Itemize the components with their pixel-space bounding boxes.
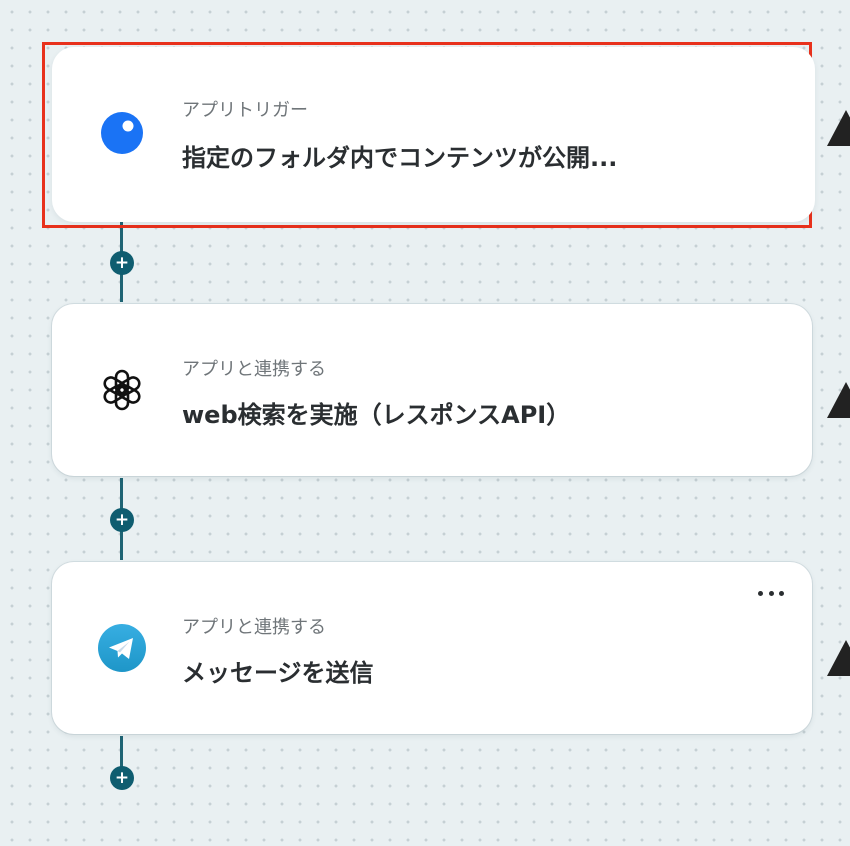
- warning-icon[interactable]: [826, 380, 850, 420]
- step-card-app-trigger[interactable]: アプリトリガー 指定のフォルダ内でコンテンツが公開...: [42, 42, 815, 228]
- step-title: 指定のフォルダ内でコンテンツが公開...: [182, 144, 618, 172]
- dot-icon: [768, 590, 774, 596]
- more-options-button[interactable]: [758, 584, 784, 602]
- add-step-button[interactable]: +: [110, 251, 134, 275]
- step-title: メッセージを送信: [182, 659, 374, 687]
- warning-icon[interactable]: [826, 638, 850, 678]
- step-type-label: アプリと連携する: [182, 359, 326, 380]
- app-trigger-icon: [98, 109, 146, 157]
- step-type-label: アプリと連携する: [182, 617, 326, 638]
- step-card-body: [52, 47, 815, 222]
- add-step-button[interactable]: +: [110, 508, 134, 532]
- warning-icon[interactable]: [826, 108, 850, 148]
- dot-icon: [758, 590, 763, 596]
- add-step-button[interactable]: +: [110, 766, 134, 790]
- step-card-telegram[interactable]: アプリと連携する メッセージを送信: [52, 562, 812, 734]
- dot-icon: [779, 590, 784, 596]
- openai-icon: [98, 366, 146, 414]
- step-title: web検索を実施（レスポンスAPI）: [182, 401, 571, 429]
- step-type-label: アプリトリガー: [182, 100, 308, 121]
- step-card-openai[interactable]: アプリと連携する web検索を実施（レスポンスAPI）: [52, 304, 812, 476]
- telegram-icon: [98, 624, 146, 672]
